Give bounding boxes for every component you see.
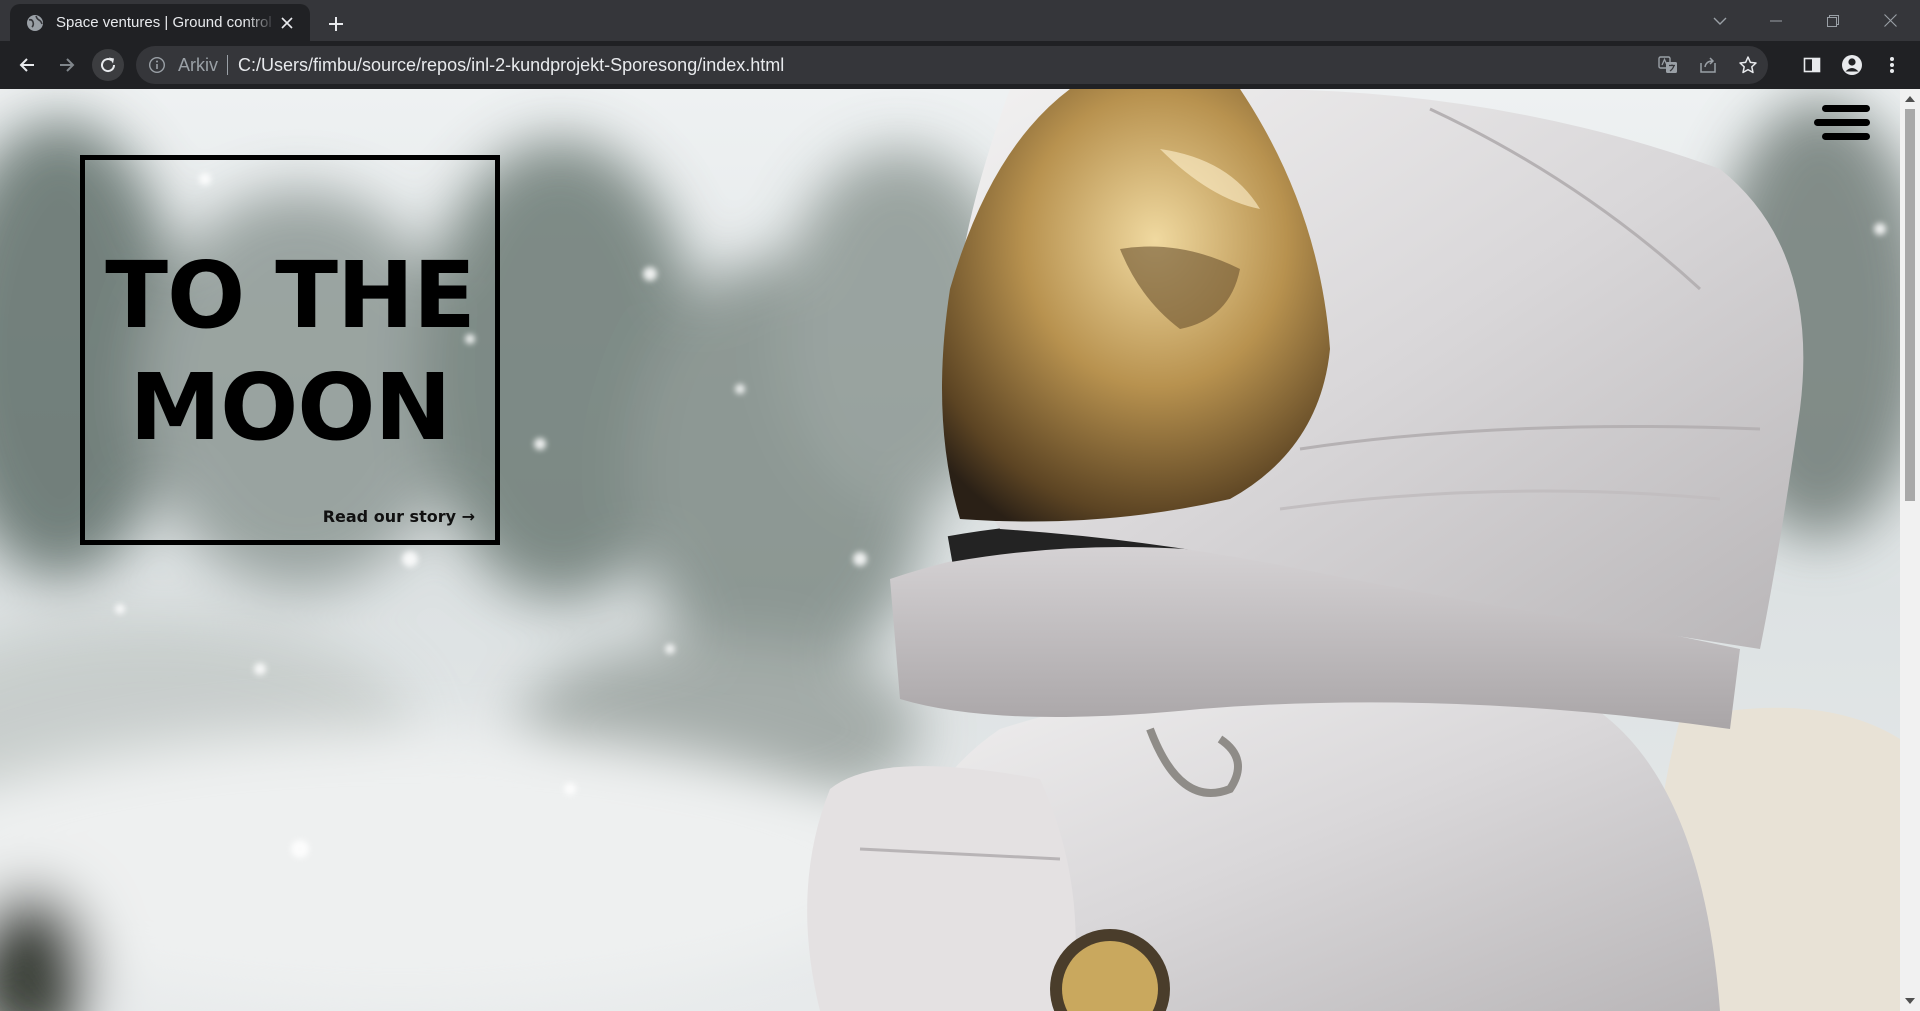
forward-button[interactable] xyxy=(51,49,83,81)
minimize-button[interactable] xyxy=(1748,0,1804,41)
page-viewport: TO THE MOON Read our story → xyxy=(0,89,1900,1011)
hamburger-icon[interactable] xyxy=(1810,101,1870,145)
arrow-left-icon xyxy=(19,58,34,72)
side-panel-icon xyxy=(1803,57,1821,73)
bookmark-button[interactable] xyxy=(1728,46,1768,84)
restore-button[interactable] xyxy=(1805,0,1861,41)
browser-toolbar: Arkiv C:/Users/fimbu/source/repos/inl-2-… xyxy=(0,41,1920,89)
close-icon[interactable] xyxy=(276,12,298,34)
scroll-down-icon[interactable] xyxy=(1900,993,1920,1009)
tab-strip: Space ventures | Ground control xyxy=(0,0,1920,41)
reload-button[interactable] xyxy=(92,49,124,81)
profile-button[interactable] xyxy=(1836,49,1868,81)
share-button[interactable] xyxy=(1688,46,1728,84)
scrollbar-thumb[interactable] xyxy=(1905,109,1915,501)
back-button[interactable] xyxy=(11,49,43,81)
close-window-button[interactable] xyxy=(1862,0,1918,41)
scroll-up-icon[interactable] xyxy=(1900,91,1920,107)
translate-icon xyxy=(1658,56,1677,73)
browser-tab[interactable]: Space ventures | Ground control xyxy=(10,4,310,41)
close-icon xyxy=(1883,14,1897,27)
tab-title: Space ventures | Ground control xyxy=(56,14,276,31)
page-scrollbar[interactable] xyxy=(1900,89,1920,1011)
hero-title: TO THE MOON xyxy=(85,240,495,464)
profile-icon xyxy=(1842,55,1862,75)
info-icon[interactable] xyxy=(148,56,166,74)
site-chip[interactable]: Arkiv xyxy=(178,55,218,76)
hero-title-line-1: TO THE xyxy=(105,242,476,349)
hero-title-line-2: MOON xyxy=(129,354,452,461)
minimize-icon xyxy=(1770,20,1782,21)
url-text[interactable]: C:/Users/fimbu/source/repos/inl-2-kundpr… xyxy=(238,55,784,76)
divider xyxy=(227,55,228,75)
arrow-right-icon xyxy=(60,58,75,72)
share-icon xyxy=(1700,57,1716,73)
globe-icon xyxy=(27,14,43,31)
read-our-story-link[interactable]: Read our story → xyxy=(323,507,475,526)
browser-menu-button[interactable] xyxy=(1880,49,1904,81)
address-bar[interactable]: Arkiv C:/Users/fimbu/source/repos/inl-2-… xyxy=(136,46,1768,84)
plus-icon xyxy=(329,17,343,31)
star-icon xyxy=(1739,56,1757,74)
reload-icon xyxy=(101,57,116,73)
kebab-menu-icon xyxy=(1890,57,1894,73)
side-panel-button[interactable] xyxy=(1796,49,1828,81)
tab-search-button[interactable] xyxy=(1692,0,1748,41)
new-tab-button[interactable] xyxy=(322,10,350,38)
chevron-down-icon xyxy=(1713,17,1727,25)
restore-icon xyxy=(1827,14,1839,27)
hero-title-box: TO THE MOON Read our story → xyxy=(80,155,500,545)
translate-button[interactable] xyxy=(1648,46,1688,84)
